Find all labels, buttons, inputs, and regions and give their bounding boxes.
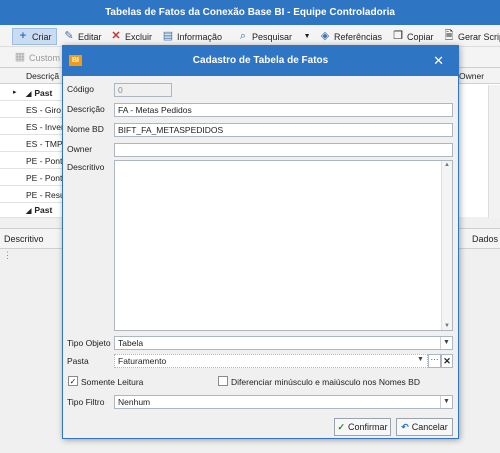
codigo-field[interactable]: 0 (114, 83, 172, 97)
descritivo-scrollbar[interactable]: ▲ ▼ (441, 161, 452, 330)
owner-field[interactable] (114, 143, 453, 157)
scroll-up-icon[interactable]: ▲ (444, 162, 450, 168)
script-icon: 🗎 (444, 30, 454, 42)
search-icon: ⌕ (239, 30, 247, 42)
pasta-label: Pasta (67, 356, 89, 366)
col-descricao[interactable]: Descriçã (26, 71, 59, 81)
chevron-down-icon[interactable]: ▼ (440, 396, 452, 408)
tag-icon: ◈ (320, 30, 330, 42)
descritivo-label: Descritivo (67, 162, 105, 172)
codigo-label: Código (67, 84, 94, 94)
dialog-title: Cadastro de Tabela de Fatos (192, 55, 329, 66)
chevron-down-icon[interactable]: ▼ (417, 356, 424, 363)
informacao-button[interactable]: ▤ Informação (162, 28, 222, 45)
tipo-objeto-value: Tabela (118, 338, 144, 348)
plus-icon: + (19, 30, 27, 42)
nome-bd-label: Nome BD (67, 124, 104, 134)
tipo-filtro-value: Nenhum (118, 397, 151, 407)
somente-leitura-label: Somente Leitura (81, 377, 144, 387)
criar-button[interactable]: + Criar (12, 28, 57, 45)
chevron-down-icon[interactable]: ▼ (440, 337, 452, 349)
confirmar-label: Confirmar (348, 422, 388, 432)
referencias-button[interactable]: ◈ Referências (319, 28, 382, 45)
pesquisar-button[interactable]: ⌕ Pesquisar ▼ (237, 28, 313, 45)
descricao-label: Descrição (67, 104, 105, 114)
clear-icon[interactable]: ✕ (441, 354, 453, 368)
window-title: Tabelas de Fatos da Conexão Base BI - Eq… (0, 0, 500, 25)
gerar-script-button[interactable]: 🗎 Gerar Scrip (443, 28, 500, 45)
ellipsis-icon[interactable]: ··· (428, 354, 441, 368)
table-row[interactable]: ES - TMP (0, 136, 62, 152)
informacao-label: Informação (177, 31, 223, 42)
dialog-titlebar[interactable]: BI Cadastro de Tabela de Fatos ✕ (63, 46, 458, 76)
editar-label: Editar (78, 31, 102, 42)
pasta-field[interactable]: Faturamento (114, 354, 428, 368)
scroll-down-icon[interactable]: ▼ (444, 323, 450, 329)
grid-icon: ▦ (14, 51, 26, 63)
referencias-label: Referências (334, 31, 383, 42)
col-owner[interactable]: Owner (459, 71, 484, 81)
table-row[interactable]: ◢ Past (0, 202, 62, 218)
copy-icon: ❐ (393, 30, 403, 42)
table-row[interactable]: PE - Pont (0, 170, 62, 186)
descricao-field[interactable]: FA - Metas Pedidos (114, 103, 453, 117)
tipo-objeto-label: Tipo Objeto (67, 338, 111, 348)
undo-icon: ↶ (401, 421, 409, 432)
close-icon[interactable]: ✕ (433, 54, 444, 67)
diferenciar-checkbox[interactable] (218, 376, 228, 386)
tipo-objeto-select[interactable]: Tabela ▼ (114, 336, 453, 350)
cadastro-dialog: BI Cadastro de Tabela de Fatos ✕ Código … (62, 45, 459, 439)
copiar-label: Copiar (407, 31, 434, 42)
edit-icon: ✎ (64, 30, 74, 42)
diferenciar-label: Diferenciar minúsculo e maiúsculo nos No… (231, 377, 420, 387)
descritivo-tab[interactable]: Descritivo (4, 234, 44, 244)
table-row[interactable]: ◢ Past (0, 85, 62, 101)
tipo-filtro-select[interactable]: Nenhum ▼ (114, 395, 453, 409)
nome-bd-field[interactable]: BIFT_FA_METASPEDIDOS (114, 123, 453, 137)
drag-handle-icon[interactable]: ⋮ (3, 251, 12, 260)
table-row[interactable]: PE - Resu (0, 187, 62, 203)
dados-tab[interactable]: Dados (472, 234, 498, 244)
copiar-button[interactable]: ❐ Copiar (392, 28, 434, 45)
check-icon: ✓ (337, 421, 346, 432)
criar-label: Criar (32, 31, 52, 42)
table-row[interactable]: PE - Pont (0, 153, 62, 169)
chevron-down-icon: ▼ (303, 33, 311, 40)
descritivo-textarea[interactable] (114, 160, 453, 331)
delete-icon: ✕ (111, 30, 121, 42)
cancelar-label: Cancelar (411, 422, 448, 432)
excluir-button[interactable]: ✕ Excluir (110, 28, 152, 45)
tipo-filtro-label: Tipo Filtro (67, 397, 105, 407)
pesquisar-label: Pesquisar (252, 31, 293, 42)
grid-scrollbar[interactable] (488, 85, 500, 218)
excluir-label: Excluir (125, 31, 153, 42)
table-row[interactable]: ES - Giro (0, 102, 62, 118)
custom-label: Custom (29, 52, 61, 63)
confirmar-button[interactable]: ✓ Confirmar (334, 418, 391, 436)
editar-button[interactable]: ✎ Editar (63, 28, 102, 45)
custom-button[interactable]: ▦ Custom (14, 49, 60, 66)
table-row[interactable]: ES - Inver (0, 119, 62, 135)
info-icon: ▤ (162, 30, 174, 42)
gerar-script-label: Gerar Scrip (458, 31, 500, 42)
somente-leitura-checkbox[interactable]: ✓ (68, 376, 78, 386)
cancelar-button[interactable]: ↶ Cancelar (396, 418, 453, 436)
toolbar: + Criar ✎ Editar ✕ Excluir ▤ Informação … (0, 25, 500, 47)
owner-label: Owner (67, 144, 93, 154)
